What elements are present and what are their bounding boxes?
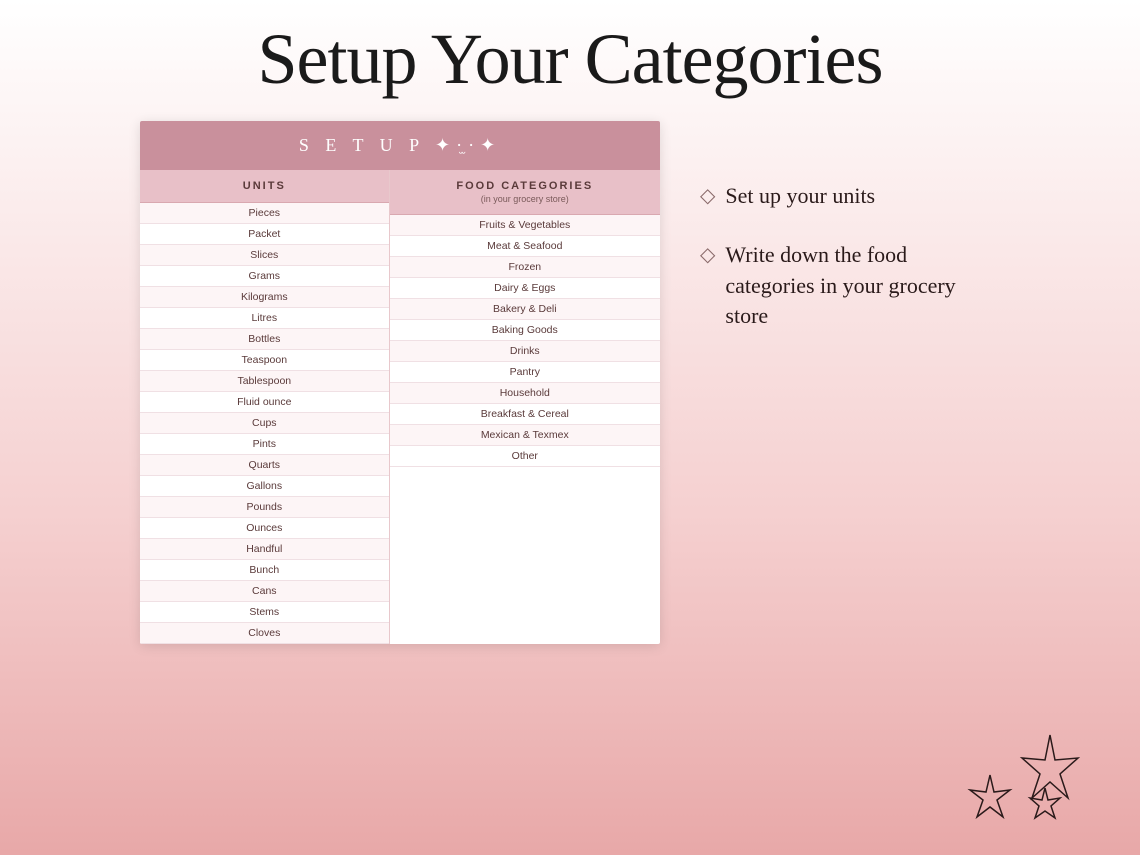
diamond-icon: ◇: [700, 242, 715, 267]
table-row: Bakery & Deli: [390, 299, 660, 320]
table-row: Meat & Seafood: [390, 236, 660, 257]
bullet-text: Set up your units: [725, 181, 875, 212]
table-row: Fruits & Vegetables: [390, 215, 660, 236]
table-row: Baking Goods: [390, 320, 660, 341]
table-row: Tablespoon: [140, 371, 389, 392]
table-row: Household: [390, 383, 660, 404]
table-row: Cloves: [140, 623, 389, 644]
categories-column-header: FOOD CATEGORIES (in your grocery store): [390, 170, 660, 215]
list-item: ◇ Write down the food categories in your …: [700, 240, 1000, 332]
table-row: Quarts: [140, 455, 389, 476]
table-row: Grams: [140, 266, 389, 287]
table-row: Kilograms: [140, 287, 389, 308]
table-row: Packet: [140, 224, 389, 245]
table-row: Breakfast & Cereal: [390, 404, 660, 425]
table-row: Pints: [140, 434, 389, 455]
units-rows: PiecesPacketSlicesGramsKilogramsLitresBo…: [140, 203, 389, 644]
table-row: Teaspoon: [140, 350, 389, 371]
table-row: Pantry: [390, 362, 660, 383]
main-content: S E T U P ✦·̫·✦ UNITS PiecesPacketSlices…: [0, 111, 1140, 644]
diamond-icon: ◇: [700, 183, 715, 208]
document-columns: UNITS PiecesPacketSlicesGramsKilogramsLi…: [140, 170, 660, 644]
units-column-header: UNITS: [140, 170, 389, 203]
categories-rows: Fruits & VegetablesMeat & SeafoodFrozenD…: [390, 215, 660, 467]
table-row: Ounces: [140, 518, 389, 539]
table-row: Drinks: [390, 341, 660, 362]
table-row: Pieces: [140, 203, 389, 224]
stars-decoration: [960, 730, 1080, 825]
table-row: Slices: [140, 245, 389, 266]
table-row: Fluid ounce: [140, 392, 389, 413]
table-row: Frozen: [390, 257, 660, 278]
table-row: Litres: [140, 308, 389, 329]
document-card: S E T U P ✦·̫·✦ UNITS PiecesPacketSlices…: [140, 121, 660, 644]
table-row: Bottles: [140, 329, 389, 350]
table-row: Pounds: [140, 497, 389, 518]
list-item: ◇ Set up your units: [700, 181, 1000, 212]
document-header: S E T U P ✦·̫·✦: [140, 121, 660, 170]
table-row: Mexican & Texmex: [390, 425, 660, 446]
right-panel: ◇ Set up your units ◇ Write down the food c…: [700, 121, 1000, 332]
table-row: Handful: [140, 539, 389, 560]
page-title: Setup Your Categories: [0, 0, 1140, 111]
categories-column-subtitle: (in your grocery store): [398, 194, 652, 204]
table-row: Other: [390, 446, 660, 467]
table-row: Bunch: [140, 560, 389, 581]
table-row: Stems: [140, 602, 389, 623]
categories-column-title: FOOD CATEGORIES: [398, 180, 652, 192]
bullet-text: Write down the food categories in your g…: [725, 240, 975, 332]
table-row: Cups: [140, 413, 389, 434]
categories-column: FOOD CATEGORIES (in your grocery store) …: [390, 170, 660, 644]
table-row: Cans: [140, 581, 389, 602]
units-column-title: UNITS: [148, 180, 381, 192]
table-row: Dairy & Eggs: [390, 278, 660, 299]
table-row: Gallons: [140, 476, 389, 497]
units-column: UNITS PiecesPacketSlicesGramsKilogramsLi…: [140, 170, 390, 644]
